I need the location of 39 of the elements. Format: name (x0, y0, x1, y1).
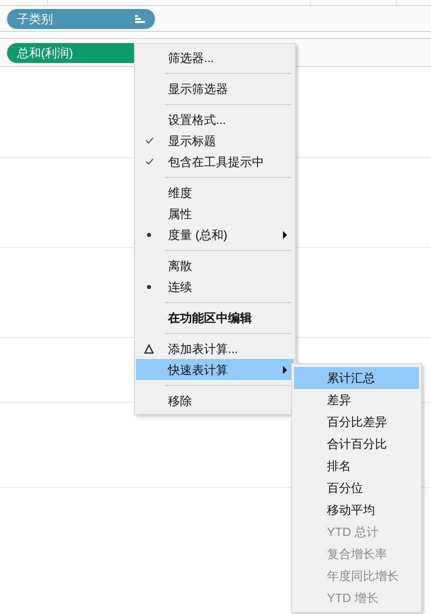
submenu-item[interactable]: 移动平均 (294, 499, 419, 521)
menu-item[interactable]: 设置格式... (136, 109, 294, 130)
menu-item[interactable]: 在功能区中编辑 (136, 307, 294, 328)
menu-item[interactable]: 连续 (136, 276, 294, 297)
menu-item[interactable]: 度量 (总和) (136, 224, 294, 245)
menu-item-label: 维度 (167, 184, 193, 202)
submenu-arrow-icon (283, 366, 287, 374)
submenu-item[interactable]: 排名 (294, 455, 419, 477)
menu-item-label: 添加表计算... (167, 340, 240, 358)
menu-item[interactable]: 移除 (136, 390, 294, 411)
menu-item-label: 显示标题 (167, 132, 217, 150)
submenu-item[interactable]: 差异 (294, 389, 419, 411)
menu-item-label: 属性 (167, 206, 193, 222)
menu-item-label: 包含在工具提示中 (167, 154, 265, 170)
menu-item-label: 设置格式... (167, 112, 228, 128)
submenu-item[interactable]: 合计百分比 (294, 433, 419, 455)
submenu-item[interactable]: 百分位 (294, 477, 419, 499)
menu-item-label: 移除 (167, 392, 193, 410)
menu-item[interactable]: 添加表计算... (136, 338, 294, 359)
submenu-item[interactable]: 累计汇总 (294, 367, 419, 389)
pill-label: 总和(利润) (17, 44, 73, 62)
menu-item[interactable]: 离散 (136, 255, 294, 276)
menu-item[interactable]: 维度 (136, 182, 294, 203)
menu-item-label: 连续 (167, 278, 193, 296)
menu-item[interactable]: 显示标题 (136, 130, 294, 151)
pill-label: 子类别 (17, 10, 53, 28)
menu-item-label: 筛选器... (167, 50, 216, 66)
menu-item[interactable]: 快速表计算 (136, 359, 294, 380)
menu-item-label: 在功能区中编辑 (166, 310, 253, 326)
menu-item[interactable]: 显示筛选器 (136, 78, 294, 99)
submenu-item[interactable]: 百分比差异 (294, 411, 419, 433)
menu-item-label: 离散 (167, 258, 193, 274)
submenu-arrow-icon (283, 230, 287, 238)
menu-item-label: 显示筛选器 (167, 80, 229, 98)
menu-item[interactable]: 属性 (136, 203, 294, 224)
menu-item[interactable]: 包含在工具提示中 (136, 151, 294, 172)
triangle-icon (144, 344, 154, 354)
menu-item-label: 快速表计算 (166, 362, 229, 378)
menu-item-label: 度量 (总和) (167, 226, 228, 244)
